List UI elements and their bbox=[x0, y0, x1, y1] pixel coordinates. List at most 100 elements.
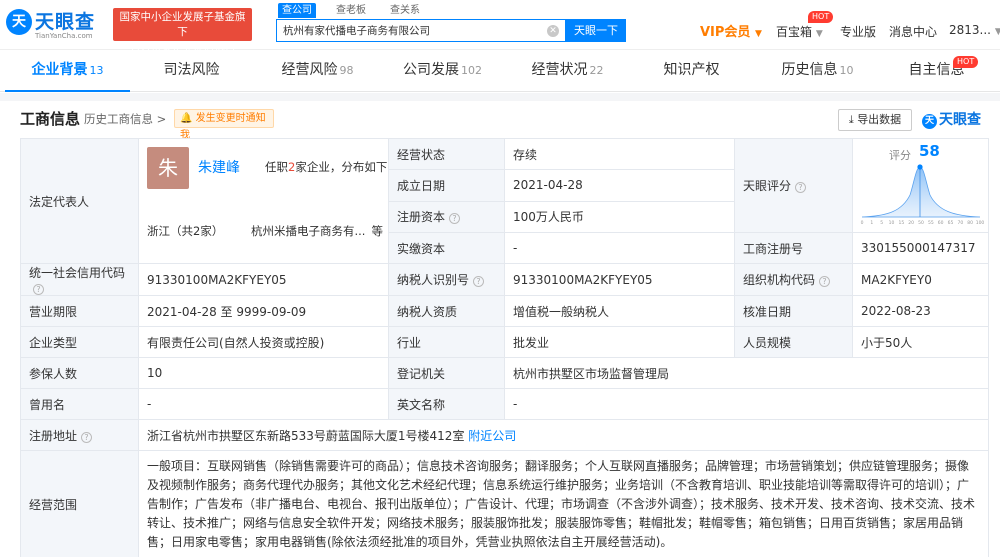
founded-value: 2021-04-28 bbox=[504, 169, 735, 202]
scope-label: 经营范围 bbox=[20, 450, 139, 557]
reg-capital-value: 100万人民币 bbox=[504, 200, 735, 234]
search-tab-boss[interactable]: 查老板 bbox=[332, 3, 370, 18]
reg-capital-label: 注册资本? bbox=[388, 200, 505, 234]
industry-value: 批发业 bbox=[504, 326, 735, 358]
rep-label: 法定代表人 bbox=[20, 138, 139, 264]
score-tick-label: 100 bbox=[976, 220, 984, 226]
staff-value: 小于50人 bbox=[852, 326, 989, 358]
score-tick-label: 15 bbox=[898, 220, 904, 226]
score-tick-label: 65 bbox=[948, 220, 954, 226]
history-link[interactable]: 历史工商信息 > bbox=[84, 111, 166, 127]
insured-value: 10 bbox=[138, 357, 389, 389]
help-icon[interactable]: ? bbox=[449, 213, 461, 225]
score-tick-label: 60 bbox=[938, 220, 944, 226]
user-menu[interactable]: 2813... ▼ bbox=[949, 23, 1000, 37]
reg-no-label: 工商注册号 bbox=[734, 232, 853, 264]
authority-label: 登记机关 bbox=[388, 357, 505, 389]
taxpayer-qual-value: 增值税一般纳税人 bbox=[504, 295, 735, 327]
avatar[interactable]: 朱 bbox=[147, 147, 189, 189]
industry-label: 行业 bbox=[388, 326, 505, 358]
search-tab-company[interactable]: 查公司 bbox=[278, 3, 316, 18]
approval-value: 2022-08-23 bbox=[852, 295, 989, 327]
score-tick-label: 10 bbox=[889, 220, 895, 226]
score-tick-label: 0 bbox=[861, 220, 864, 226]
help-icon[interactable]: ? bbox=[81, 431, 93, 443]
term-value: 2021-04-28 至 9999-09-09 bbox=[138, 295, 389, 327]
paid-capital-label: 实缴资本 bbox=[388, 232, 505, 264]
hot-badge: HOT bbox=[808, 11, 834, 23]
help-icon[interactable]: ? bbox=[33, 284, 44, 295]
org-code-value: MA2KFYEY0 bbox=[852, 263, 989, 296]
english-value: - bbox=[504, 388, 989, 420]
address-label: 注册地址? bbox=[20, 419, 139, 451]
score-tick-label: 70 bbox=[957, 220, 963, 226]
status-value: 存续 bbox=[504, 137, 735, 171]
section-title: 工商信息 bbox=[20, 110, 81, 128]
score-tick-label: 55 bbox=[928, 220, 934, 226]
credit-code-label: 统一社会信用代码? bbox=[20, 263, 139, 296]
rep-region[interactable]: 浙江（共2家） bbox=[147, 223, 223, 239]
type-label: 企业类型 bbox=[20, 326, 139, 358]
english-label: 英文名称 bbox=[388, 388, 505, 420]
tab-background[interactable]: 企业背景 13 bbox=[5, 50, 130, 92]
score-tick-label: 5 bbox=[880, 220, 883, 226]
help-icon[interactable]: ? bbox=[819, 276, 831, 287]
tab-operation[interactable]: 经营状况 22 bbox=[505, 50, 630, 92]
search-button[interactable]: 天眼一下 bbox=[566, 19, 626, 42]
search-tab-relation[interactable]: 查关系 bbox=[386, 3, 424, 18]
rep-cell: 朱 朱建峰 任职2家企业，分布如下 浙江（共2家） 杭州米播电子商务有... 等 bbox=[138, 138, 389, 264]
main-tabs: 企业背景 13 司法风险 经营风险 98 公司发展 102 经营状况 22 知识产权 历… bbox=[0, 50, 1000, 92]
chevron-down-icon: ▼ bbox=[815, 29, 823, 39]
former-value: - bbox=[138, 388, 389, 420]
tab-development[interactable]: 公司发展 102 bbox=[380, 50, 505, 92]
score-value: 58 bbox=[919, 142, 940, 160]
chevron-down-icon: ▼ bbox=[994, 27, 1000, 37]
score-tick-label: 1 bbox=[870, 220, 873, 226]
score-cell: 评分 58 0 1 5 10 15 20 50 55 60 65 70 80 100 bbox=[852, 138, 989, 233]
rep-desc: 任职2家企业，分布如下 bbox=[265, 160, 388, 174]
logo-icon: 天 bbox=[6, 9, 32, 35]
logo[interactable]: 天 天眼查 TianYanCha.com bbox=[6, 7, 106, 41]
vip-menu[interactable]: VIP会员 ▼ bbox=[700, 21, 762, 40]
approval-label: 核准日期 bbox=[734, 295, 853, 327]
clear-icon[interactable]: ✕ bbox=[547, 25, 559, 37]
reg-no-value: 330155000147317 bbox=[852, 232, 989, 264]
messages-link[interactable]: 消息中心 bbox=[889, 23, 937, 40]
export-button[interactable]: ⤓ 导出数据 bbox=[838, 109, 912, 131]
score-curve-chart: 0 1 5 10 15 20 50 55 60 65 70 80 100 bbox=[861, 164, 984, 226]
rep-name[interactable]: 朱建峰 bbox=[198, 157, 240, 177]
help-icon[interactable]: ? bbox=[795, 182, 807, 193]
chevron-down-icon: ▼ bbox=[754, 29, 762, 39]
tab-ip[interactable]: 知识产权 bbox=[630, 50, 755, 92]
bell-icon: 🔔 bbox=[180, 113, 193, 124]
tab-self-info[interactable]: 自主信息 bbox=[875, 50, 1000, 92]
download-icon: ⤓ bbox=[848, 113, 854, 126]
pro-link[interactable]: 专业版 bbox=[840, 23, 876, 40]
search-box: ✕ bbox=[276, 19, 566, 42]
logo-icon: 天 bbox=[922, 114, 937, 129]
address-value: 浙江省杭州市拱墅区东新路533号蔚蓝国际大厦1号楼412室 附近公司 bbox=[138, 419, 989, 451]
scope-value: 一般项目：互联网销售（除销售需要许可的商品）；信息技术咨询服务；翻译服务；个人互… bbox=[138, 450, 989, 557]
founded-label: 成立日期 bbox=[388, 169, 505, 202]
tab-history[interactable]: 历史信息 10 bbox=[755, 50, 880, 92]
credit-code-value: 91330100MA2KFYEY05 bbox=[138, 263, 389, 296]
staff-label: 人员规模 bbox=[734, 326, 853, 358]
score-tick-label: 20 bbox=[908, 220, 914, 226]
top-bar: 天 天眼查 TianYanCha.com 国家中小企业发展子基金旗下 官方备案企… bbox=[0, 0, 1000, 53]
tab-business-risk[interactable]: 经营风险 98 bbox=[255, 50, 380, 92]
taxpayer-id-label: 纳税人识别号? bbox=[388, 263, 505, 296]
rep-company[interactable]: 杭州米播电子商务有... 等 bbox=[251, 223, 383, 239]
brand-watermark: 天天眼查 bbox=[922, 109, 981, 129]
notify-button[interactable]: 🔔 发生变更时通知我 bbox=[174, 109, 274, 141]
toolbox-menu[interactable]: 百宝箱 ▼ bbox=[776, 23, 823, 40]
taxpayer-id-value: 91330100MA2KFYEY05 bbox=[504, 263, 735, 296]
paid-capital-value: - bbox=[504, 232, 735, 264]
nearby-companies-link[interactable]: 附近公司 bbox=[468, 429, 516, 443]
hot-badge: HOT bbox=[953, 56, 979, 68]
tab-legal-risk[interactable]: 司法风险 bbox=[130, 50, 255, 92]
search-input[interactable] bbox=[283, 20, 543, 41]
search-tabs: 查公司 查老板 查关系 bbox=[278, 3, 440, 18]
score-tick-label: 80 bbox=[967, 220, 973, 226]
type-value: 有限责任公司(自然人投资或控股) bbox=[138, 326, 389, 358]
help-icon[interactable]: ? bbox=[473, 276, 485, 287]
